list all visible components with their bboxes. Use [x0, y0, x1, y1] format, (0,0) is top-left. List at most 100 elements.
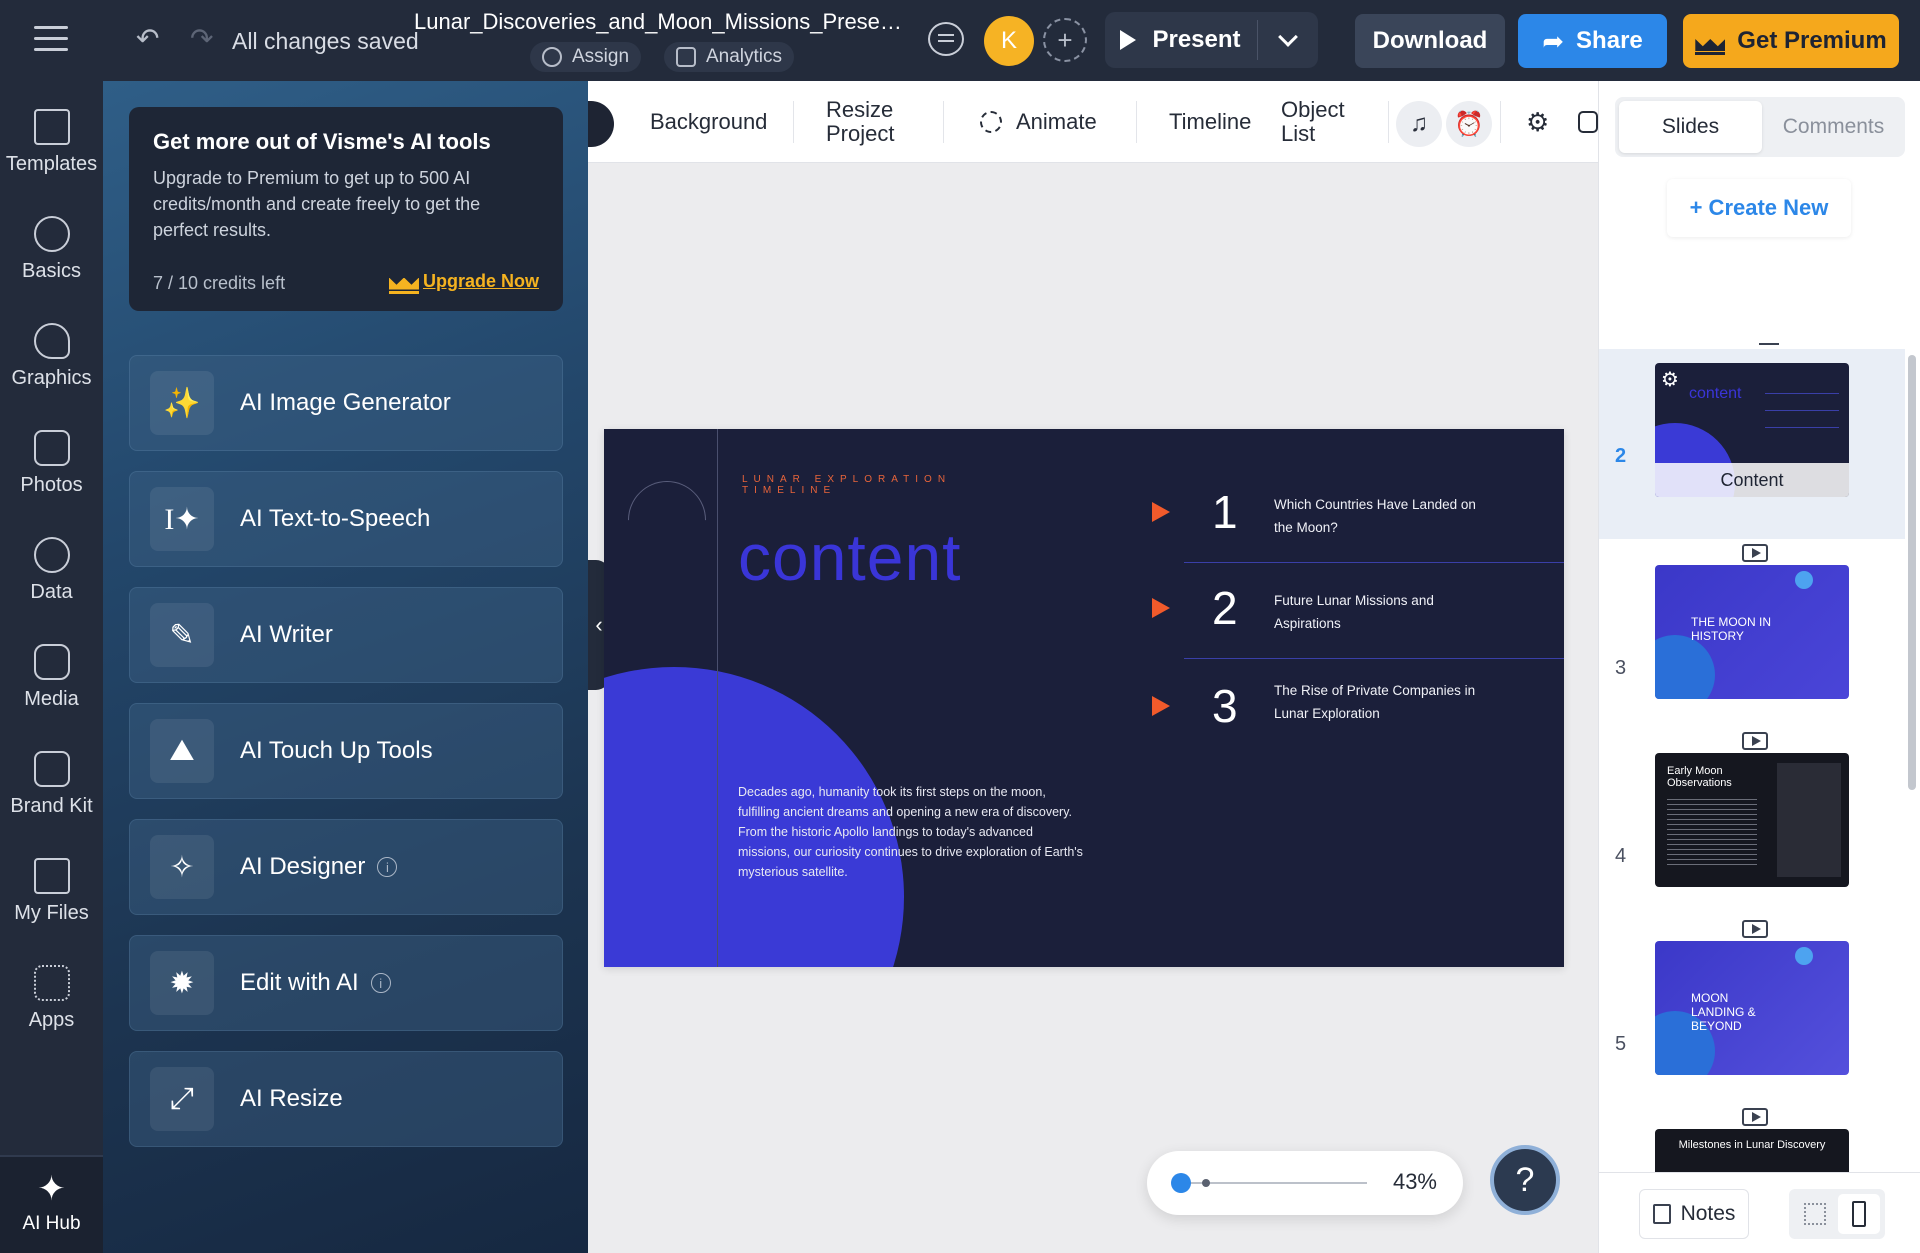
- image-sparkle-icon: ✨: [150, 371, 214, 435]
- info-icon[interactable]: i: [377, 857, 398, 877]
- redo-icon[interactable]: ↷: [190, 22, 213, 55]
- nav-label: Data: [30, 581, 73, 603]
- nav-brand-kit[interactable]: Brand Kit: [0, 733, 103, 833]
- drag-handle-icon[interactable]: [1759, 343, 1779, 345]
- ai-designer-button[interactable]: ✧ AI Designer i: [129, 819, 563, 915]
- animate-button[interactable]: Animate: [980, 81, 1097, 163]
- nav-photos[interactable]: Photos: [0, 412, 103, 512]
- ai-resize-button[interactable]: ⤢ AI Resize: [129, 1051, 563, 1147]
- brand-kit-icon: [33, 751, 70, 787]
- nav-ai-hub[interactable]: ✦ AI Hub: [0, 1155, 103, 1253]
- user-avatar[interactable]: K: [984, 16, 1034, 66]
- agenda-item[interactable]: 1 Which Countries Have Landed on the Moo…: [1144, 471, 1564, 563]
- background-button[interactable]: Background: [650, 81, 767, 163]
- slide-thumbnail-row[interactable]: 5 MOON LANDING & BEYOND: [1599, 929, 1905, 1119]
- thumb-image: [1777, 763, 1841, 877]
- data-icon: [33, 537, 70, 573]
- slide-kicker[interactable]: LUNAR EXPLORATION TIMELINE: [742, 474, 962, 496]
- present-group: Present: [1105, 12, 1318, 68]
- notes-button[interactable]: Notes: [1639, 1189, 1749, 1239]
- ai-image-generator-button[interactable]: ✨ AI Image Generator: [129, 355, 563, 451]
- nav-label: Photos: [20, 474, 83, 496]
- slide-canvas[interactable]: LUNAR EXPLORATION TIMELINE content Decad…: [604, 429, 1564, 967]
- zoom-slider-handle[interactable]: [1171, 1173, 1191, 1193]
- ai-touch-up-tools-button[interactable]: ⛰ AI Touch Up Tools: [129, 703, 563, 799]
- panel-footer: Notes: [1599, 1172, 1920, 1253]
- object-list-button[interactable]: Object List: [1281, 81, 1345, 163]
- agenda-item[interactable]: 3 The Rise of Private Companies in Lunar…: [1144, 665, 1564, 757]
- ai-text-to-speech-button[interactable]: I✦ AI Text-to-Speech: [129, 471, 563, 567]
- music-icon[interactable]: ♫: [1396, 101, 1442, 147]
- menu-icon[interactable]: [34, 26, 68, 52]
- timeline-button[interactable]: Timeline: [1169, 81, 1251, 163]
- slide-number: 4: [1615, 845, 1627, 867]
- nav-label: Templates: [5, 153, 98, 175]
- slide-number: 3: [1615, 657, 1627, 679]
- present-button[interactable]: Present: [1105, 12, 1256, 68]
- slides-scrollbar[interactable]: [1908, 355, 1916, 790]
- settings-gear-icon[interactable]: ⚙: [1661, 367, 1679, 392]
- nav-apps[interactable]: Apps: [0, 947, 103, 1047]
- zoom-control: 43%: [1147, 1151, 1463, 1215]
- slide-thumbnail[interactable]: THE MOON IN HISTORY: [1655, 565, 1849, 699]
- object-label-1: Object: [1281, 97, 1345, 122]
- slide-heading[interactable]: content: [738, 519, 962, 595]
- settings-gear-icon[interactable]: ⚙: [1526, 81, 1549, 163]
- top-bar: ↶ ↷ All changes saved Lunar_Discoveries_…: [0, 0, 1920, 81]
- nav-my-files[interactable]: My Files: [0, 840, 103, 940]
- nav-label: Apps: [28, 1009, 75, 1031]
- tool-label: AI Touch Up Tools: [240, 737, 433, 764]
- zoom-track[interactable]: [1183, 1182, 1367, 1184]
- upgrade-now-link[interactable]: Upgrade Now: [388, 271, 539, 294]
- tab-slides[interactable]: Slides: [1619, 101, 1762, 153]
- nav-media[interactable]: Media: [0, 626, 103, 726]
- slide-thumbnail-row[interactable]: 4 Early Moon Observations: [1599, 741, 1905, 931]
- resize-project-button[interactable]: Resize Project: [826, 81, 894, 163]
- more-options-icon[interactable]: [1578, 81, 1598, 163]
- tool-label: Edit with AI: [240, 969, 359, 996]
- folder-icon: [33, 858, 70, 894]
- nav-label: Basics: [22, 260, 81, 282]
- download-button[interactable]: Download: [1355, 14, 1505, 68]
- crown-icon: [388, 274, 419, 294]
- slide-thumbnail-row[interactable]: 2 content Content ⚙: [1599, 349, 1905, 539]
- get-premium-button[interactable]: Get Premium: [1683, 14, 1899, 68]
- slide-thumbnail[interactable]: MOON LANDING & BEYOND: [1655, 941, 1849, 1075]
- add-collaborator-icon[interactable]: +: [1043, 18, 1087, 62]
- info-icon[interactable]: i: [370, 973, 391, 993]
- slide-paragraph[interactable]: Decades ago, humanity took its first ste…: [738, 782, 1083, 882]
- slide-thumbnail-row[interactable]: 3 THE MOON IN HISTORY: [1599, 553, 1905, 743]
- share-button[interactable]: ➦ Share: [1518, 14, 1667, 68]
- nav-graphics[interactable]: Graphics: [0, 305, 103, 405]
- agenda-text: The Rise of Private Companies in Lunar E…: [1274, 683, 1476, 721]
- tab-comments[interactable]: Comments: [1762, 101, 1905, 153]
- slides-list: 2 content Content ⚙ 3 THE MOON IN HISTOR…: [1599, 263, 1905, 1253]
- analytics-label: Analytics: [706, 46, 783, 67]
- assign-button[interactable]: Assign: [530, 42, 642, 72]
- agenda-number: 1: [1212, 486, 1238, 538]
- comments-icon[interactable]: [928, 22, 964, 56]
- undo-icon[interactable]: ↶: [136, 22, 159, 55]
- nav-templates[interactable]: Templates: [0, 91, 103, 191]
- resize-label-1: Resize: [826, 97, 894, 122]
- edit-with-ai-button[interactable]: ✹ Edit with AI i: [129, 935, 563, 1031]
- agenda-item[interactable]: 2 Future Lunar Missions and Aspirations: [1144, 567, 1564, 659]
- grid-view-icon[interactable]: [1794, 1194, 1836, 1234]
- color-swatch[interactable]: [588, 101, 614, 147]
- alarm-clock-icon[interactable]: ⏰: [1446, 101, 1492, 147]
- nav-data[interactable]: Data: [0, 519, 103, 619]
- create-new-slide-button[interactable]: + Create New: [1667, 179, 1851, 237]
- slide-thumbnail[interactable]: Early Moon Observations: [1655, 753, 1849, 887]
- analytics-button[interactable]: Analytics: [664, 42, 795, 72]
- ai-writer-button[interactable]: ✎ AI Writer: [129, 587, 563, 683]
- resize-icon: ⤢: [150, 1067, 214, 1131]
- thumb-heading: THE MOON IN HISTORY: [1691, 615, 1771, 643]
- decorative-arc: [611, 464, 723, 576]
- nav-basics[interactable]: Basics: [0, 198, 103, 298]
- resize-label-2: Project: [826, 121, 895, 146]
- document-title[interactable]: Lunar_Discoveries_and_Moon_Missions_Pres…: [414, 9, 914, 35]
- help-icon[interactable]: ?: [1490, 1145, 1560, 1215]
- present-options-button[interactable]: [1258, 12, 1318, 68]
- list-view-icon[interactable]: [1838, 1194, 1880, 1234]
- slide-thumbnail[interactable]: content Content ⚙: [1655, 363, 1849, 497]
